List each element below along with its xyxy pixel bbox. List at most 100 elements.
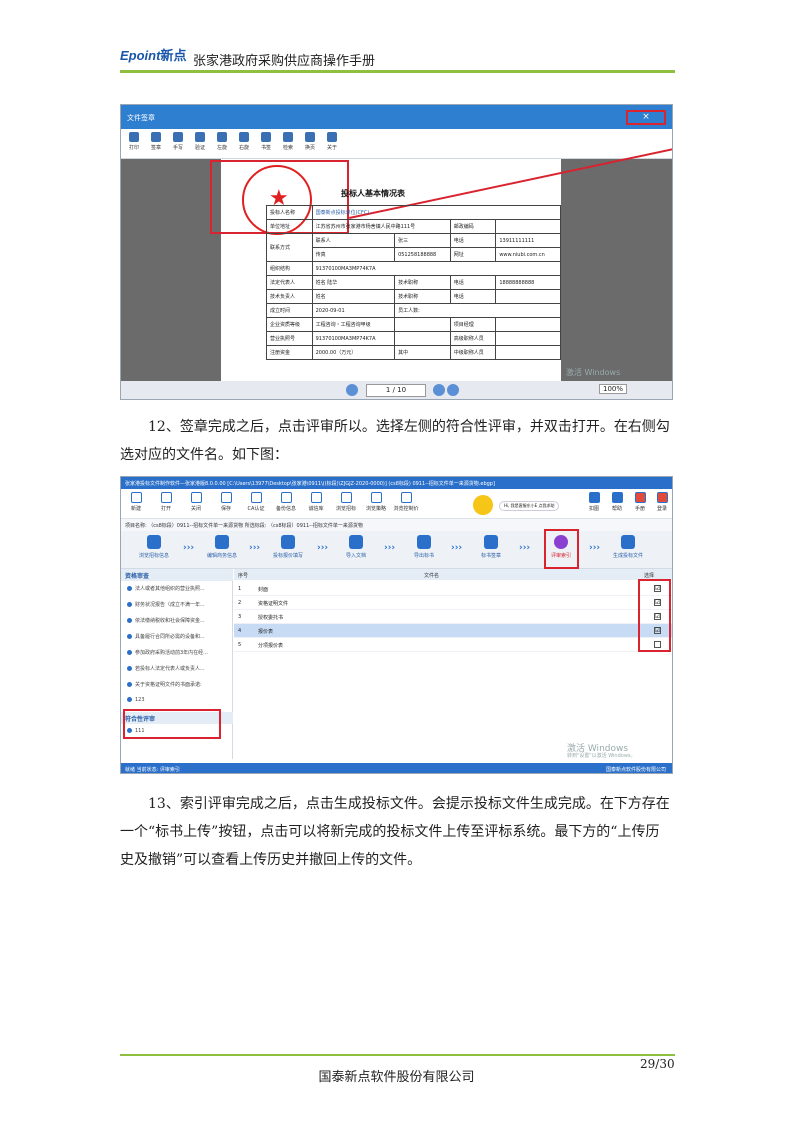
header-divider [120, 70, 675, 73]
rotate-left-icon [217, 132, 227, 142]
stamp-icon [484, 535, 498, 549]
table-row[interactable]: 3 授权委托书 ☑ [234, 610, 672, 624]
toolbar: 打印 签章 手写 验证 左旋 右旋 书签 检索 换页 关于 [121, 129, 672, 159]
toolbar-handwrite-button[interactable]: 手写 [167, 132, 189, 151]
login-button[interactable]: 登录 [649, 492, 672, 512]
section-qualification[interactable]: 资格审查 [121, 569, 233, 581]
footer-company: 国泰新点软件股份有限公司 [318, 1070, 475, 1085]
page-indicator[interactable]: 1 / 10 [366, 384, 426, 397]
toolbar-view-tender-button[interactable]: 浏览招标 [333, 492, 359, 512]
toolbar-backup-button[interactable]: 备份信息 [273, 492, 299, 512]
review-index-screenshot: 张家港投标文件制作软件—张家港版8.0.0.00 [C:\Users\13977… [120, 476, 673, 774]
toolbar-page-button[interactable]: 换页 [299, 132, 321, 151]
document-icon [400, 492, 412, 503]
step-edit-business[interactable]: 编辑商务信息 [197, 535, 247, 559]
toolbar-view-strategy-button[interactable]: 浏览策略 [363, 492, 389, 512]
tree-item[interactable]: 具备履行合同所必需的设备和... [127, 633, 205, 640]
table-row[interactable]: 4 报价表 ☑ [234, 624, 672, 638]
next-page-button[interactable] [433, 384, 445, 396]
new-file-icon [130, 492, 142, 503]
step-import-doc[interactable]: 导入文档 [331, 535, 381, 559]
search-icon [283, 132, 293, 142]
tree-item[interactable]: 若投标人法定代表人或负责人... [127, 665, 205, 672]
toolbar-bookmark-button[interactable]: 书签 [255, 132, 277, 151]
rotate-right-icon [239, 132, 249, 142]
page-icon [305, 132, 315, 142]
tree-item[interactable]: 依法缴纳税收和社会保障资金... [127, 617, 205, 624]
pen-icon [173, 132, 183, 142]
toolbar-sign-button[interactable]: 签章 [145, 132, 167, 151]
toolbar-save-button[interactable]: 保存 [213, 492, 239, 512]
step-price-fill[interactable]: 投标报价填写 [263, 535, 313, 559]
tree-item[interactable]: 关于资格证明文件的书面承诺: [127, 681, 202, 688]
step-13-text: 13、索引评审完成之后，点击生成投标文件。会提示投标文件生成完成。在下方存在一个… [120, 796, 670, 868]
chevron-right-icon: ››› [519, 543, 531, 553]
tree-item[interactable]: 法人或者其他组织的营业执照... [127, 585, 205, 592]
import-icon [349, 535, 363, 549]
toolbar-new-button[interactable]: 新建 [123, 492, 149, 512]
step-view-tender[interactable]: 浏览招标信息 [129, 535, 179, 559]
chevron-right-icon: ››› [183, 543, 195, 553]
step-bid-sign[interactable]: 标书签章 [466, 535, 516, 559]
toolbar-close-button[interactable]: 关闭 [183, 492, 209, 512]
shield-icon [195, 132, 205, 142]
assistant-bubble[interactable]: Hi, 我是客服东小E 点我求助 [499, 501, 560, 511]
toolbar-search-button[interactable]: 检索 [277, 132, 299, 151]
last-page-button[interactable] [447, 384, 459, 396]
chevron-right-icon: ››› [384, 543, 396, 553]
database-icon [310, 492, 322, 503]
view-icon [147, 535, 161, 549]
close-button[interactable]: × [626, 110, 666, 125]
bookmark-icon [261, 132, 271, 142]
chevron-right-icon: ››› [451, 543, 463, 553]
close-icon [190, 492, 202, 503]
tree-item[interactable]: 财务状况报告（成立不满一年... [127, 601, 205, 608]
highlight-box [544, 529, 579, 569]
document-title: 投标人基本情况表 [341, 189, 405, 198]
price-icon [281, 535, 295, 549]
save-icon [220, 492, 232, 503]
signature-screenshot: 文件签章 × 打印 签章 手写 验证 左旋 右旋 书签 检索 换页 关于 ★ 投… [120, 104, 673, 400]
chevron-right-icon: ››› [589, 543, 601, 553]
workflow-steps: 浏览招标信息 ››› 编辑商务信息 ››› 投标报价填写 ››› 导入文档 ››… [121, 531, 672, 569]
window-title: 文件签章 [121, 105, 672, 129]
table-row[interactable]: 5 分项报价表 [234, 638, 672, 652]
status-company: 国泰新点软件股份有限公司 [605, 767, 666, 773]
toolbar-open-button[interactable]: 打开 [153, 492, 179, 512]
toolbar-rotate-left-button[interactable]: 左旋 [211, 132, 233, 151]
assistant-avatar[interactable] [473, 495, 493, 515]
toolbar-verify-button[interactable]: 验证 [189, 132, 211, 151]
stamp-icon [151, 132, 161, 142]
toolbar-about-button[interactable]: 关于 [321, 132, 343, 151]
toolbar-ca-button[interactable]: CA认证 [243, 492, 269, 512]
tree-item[interactable]: 参加政府采购活动前3年内在经... [127, 649, 208, 656]
zoom-select[interactable]: 100% [599, 384, 628, 394]
info-icon [327, 132, 337, 142]
tree-item[interactable]: 123 [127, 697, 145, 703]
table-row[interactable]: 2 资格证明文件 ☑ [234, 596, 672, 610]
first-page-button[interactable] [346, 384, 358, 396]
highlight-box [638, 579, 671, 652]
generate-icon [621, 535, 635, 549]
step-export-bid[interactable]: 导出标书 [399, 535, 449, 559]
step-12-text: 12、签章完成之后，点击评审所以。选择左侧的符合性评审，并双击打开。在右侧勾选对… [120, 419, 670, 463]
toolbar-print-button[interactable]: 打印 [123, 132, 145, 151]
user-icon [656, 492, 668, 503]
toolbar-credit-button[interactable]: 诚信库 [303, 492, 329, 512]
export-icon [417, 535, 431, 549]
book-icon [634, 492, 646, 503]
chevron-right-icon: ››› [317, 543, 329, 553]
project-info: 项目名称: （cs8标段）0911--招标文件单一来源货物 所选标段: （cs8… [121, 519, 672, 531]
window-title: 张家港投标文件制作软件—张家港版8.0.0.00 [C:\Users\13977… [121, 477, 672, 489]
folder-open-icon [160, 492, 172, 503]
toolbar-rotate-right-button[interactable]: 右旋 [233, 132, 255, 151]
windows-watermark: 激活 Windows [566, 368, 621, 377]
chevron-right-icon: ››› [249, 543, 261, 553]
step-generate-bid[interactable]: 生成投标文件 [603, 535, 653, 559]
table-row[interactable]: 1 封面 ☑ [234, 582, 672, 596]
grid-header: 序号 文件名 选择 [234, 569, 672, 580]
edit-icon [215, 535, 229, 549]
toolbar-view-price-button[interactable]: 浏览控制价 [393, 492, 419, 512]
windows-watermark-sub: 转到"设置"以激活 Windows。 [567, 753, 636, 759]
brand-logo: Epoint新点 [120, 48, 187, 63]
